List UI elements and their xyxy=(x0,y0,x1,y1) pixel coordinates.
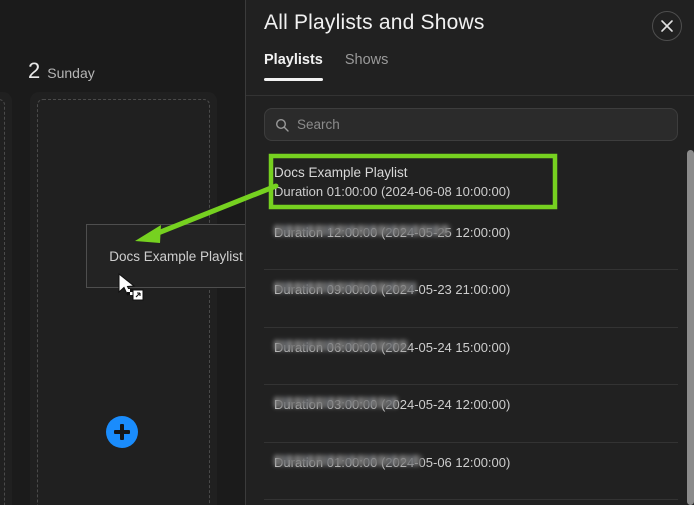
list-item[interactable]: Docs Example Playlist Duration 01:00:00 … xyxy=(264,155,678,213)
panel-tabs: Playlists Shows xyxy=(264,52,388,81)
playlist-list: Docs Example Playlist Duration 01:00:00 … xyxy=(264,155,678,505)
mouse-cursor-icon xyxy=(118,273,144,301)
calendar-pane: 2 Sunday Docs Example Playlist xyxy=(0,0,245,505)
drag-preview[interactable]: Docs Example Playlist xyxy=(86,224,245,288)
day-header: 2 Sunday xyxy=(28,60,95,82)
list-item[interactable]: Duration 06:00:00 (2024-05-24 15:00:00) xyxy=(264,328,678,385)
search-icon xyxy=(275,118,289,132)
day-number: 2 xyxy=(28,58,41,83)
app-root: 2 Sunday Docs Example Playlist All Playl… xyxy=(0,0,694,505)
tab-playlists[interactable]: Playlists xyxy=(264,52,323,81)
add-item-button[interactable] xyxy=(106,416,138,448)
page-title: All Playlists and Shows xyxy=(264,11,485,34)
scrollbar-thumb[interactable] xyxy=(687,150,694,505)
tab-shows-label: Shows xyxy=(344,52,389,68)
search-input[interactable] xyxy=(297,117,667,132)
playlist-duration: Duration 01:00:00 (2024-06-08 10:00:00) xyxy=(274,184,511,199)
tabs-divider xyxy=(246,95,694,96)
day-dropzone[interactable] xyxy=(0,99,5,505)
close-glyph xyxy=(661,20,673,32)
day-name: Sunday xyxy=(47,65,95,81)
list-item[interactable]: Duration 12:00:00 (2024-05-25 12:00:00) xyxy=(264,213,678,270)
tab-playlists-label: Playlists xyxy=(264,52,323,68)
day-column-previous[interactable] xyxy=(0,92,12,505)
plus-icon xyxy=(120,424,124,440)
all-playlists-panel: All Playlists and Shows Playlists Shows xyxy=(245,0,694,505)
list-item[interactable]: Duration 03:00:00 (2024-05-24 12:00:00) xyxy=(264,385,678,443)
drag-preview-label: Docs Example Playlist xyxy=(109,248,243,264)
playlist-title: Docs Example Playlist xyxy=(274,165,408,180)
list-scrollbar[interactable] xyxy=(687,150,694,505)
list-item[interactable]: Duration 09:00:00 (2024-05-23 21:00:00) xyxy=(264,270,678,328)
close-icon[interactable] xyxy=(652,11,682,41)
tab-shows[interactable]: Shows xyxy=(345,52,389,81)
list-item[interactable]: Duration 01:00:00 (2024-05-06 12:00:00) xyxy=(264,443,678,500)
search-field[interactable] xyxy=(264,108,678,141)
